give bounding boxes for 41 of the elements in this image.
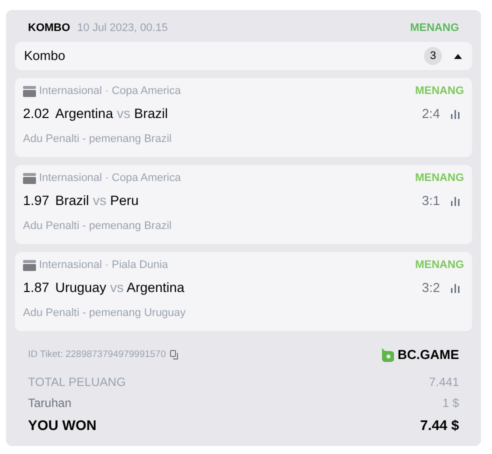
match-teams: Uruguay vs Argentina [55, 278, 184, 297]
odds-value: 1.97 [23, 192, 50, 210]
bet-date: 10 Jul 2023, 00.15 [77, 20, 168, 36]
stats-icon[interactable] [450, 283, 460, 293]
summary-value: 7.441 [428, 374, 459, 391]
market-label: Adu Penalti - pemenang Brazil [23, 219, 173, 234]
bet-type: KOMBO [28, 20, 70, 36]
summary-label: YOU WON [28, 416, 96, 435]
match-score: 3:2 [422, 279, 440, 298]
league-icon [23, 172, 36, 184]
ticket-id: ID Tiket: 2289873794979991570 [28, 348, 166, 362]
odds-value: 2.02 [23, 104, 50, 123]
combo-header[interactable]: Kombo 3 [15, 42, 472, 70]
match-teams: Argentina vs Brazil [55, 104, 168, 123]
collapse-icon[interactable] [454, 54, 462, 58]
market-label: Adu Penalti - pemenang Uruguay [23, 306, 187, 321]
match-score: 3:1 [422, 192, 440, 210]
summary-value: 1 $ [442, 395, 459, 412]
status-label: MENANG [415, 84, 464, 99]
odds-value: 1.87 [23, 278, 50, 297]
count-badge: 3 [424, 47, 442, 65]
copy-icon[interactable] [170, 350, 180, 360]
summary-value: 7.44 $ [420, 416, 459, 435]
league-name: Internasional · Copa America [39, 170, 181, 186]
summary-label: Taruhan [28, 395, 72, 412]
stats-icon[interactable] [450, 196, 460, 206]
status-label: MENANG [415, 258, 464, 273]
league-name: Internasional · Copa America [39, 84, 181, 99]
stats-icon[interactable] [450, 109, 460, 119]
league-name: Internasional · Piala Dunia [39, 258, 168, 273]
status-label: MENANG [415, 170, 464, 186]
combo-title: Kombo [24, 47, 66, 66]
market-label: Adu Penalti - pemenang Brazil [23, 132, 173, 147]
brand-logo-icon [380, 348, 394, 362]
league-icon [23, 260, 36, 270]
match-score: 2:4 [422, 105, 440, 124]
status-label: MENANG [410, 20, 459, 36]
match-teams: Brazil vs Peru [55, 192, 139, 210]
brand-name: BC.GAME [398, 346, 459, 364]
summary-label: TOTAL PELUANG [28, 374, 126, 391]
league-icon [23, 86, 36, 96]
